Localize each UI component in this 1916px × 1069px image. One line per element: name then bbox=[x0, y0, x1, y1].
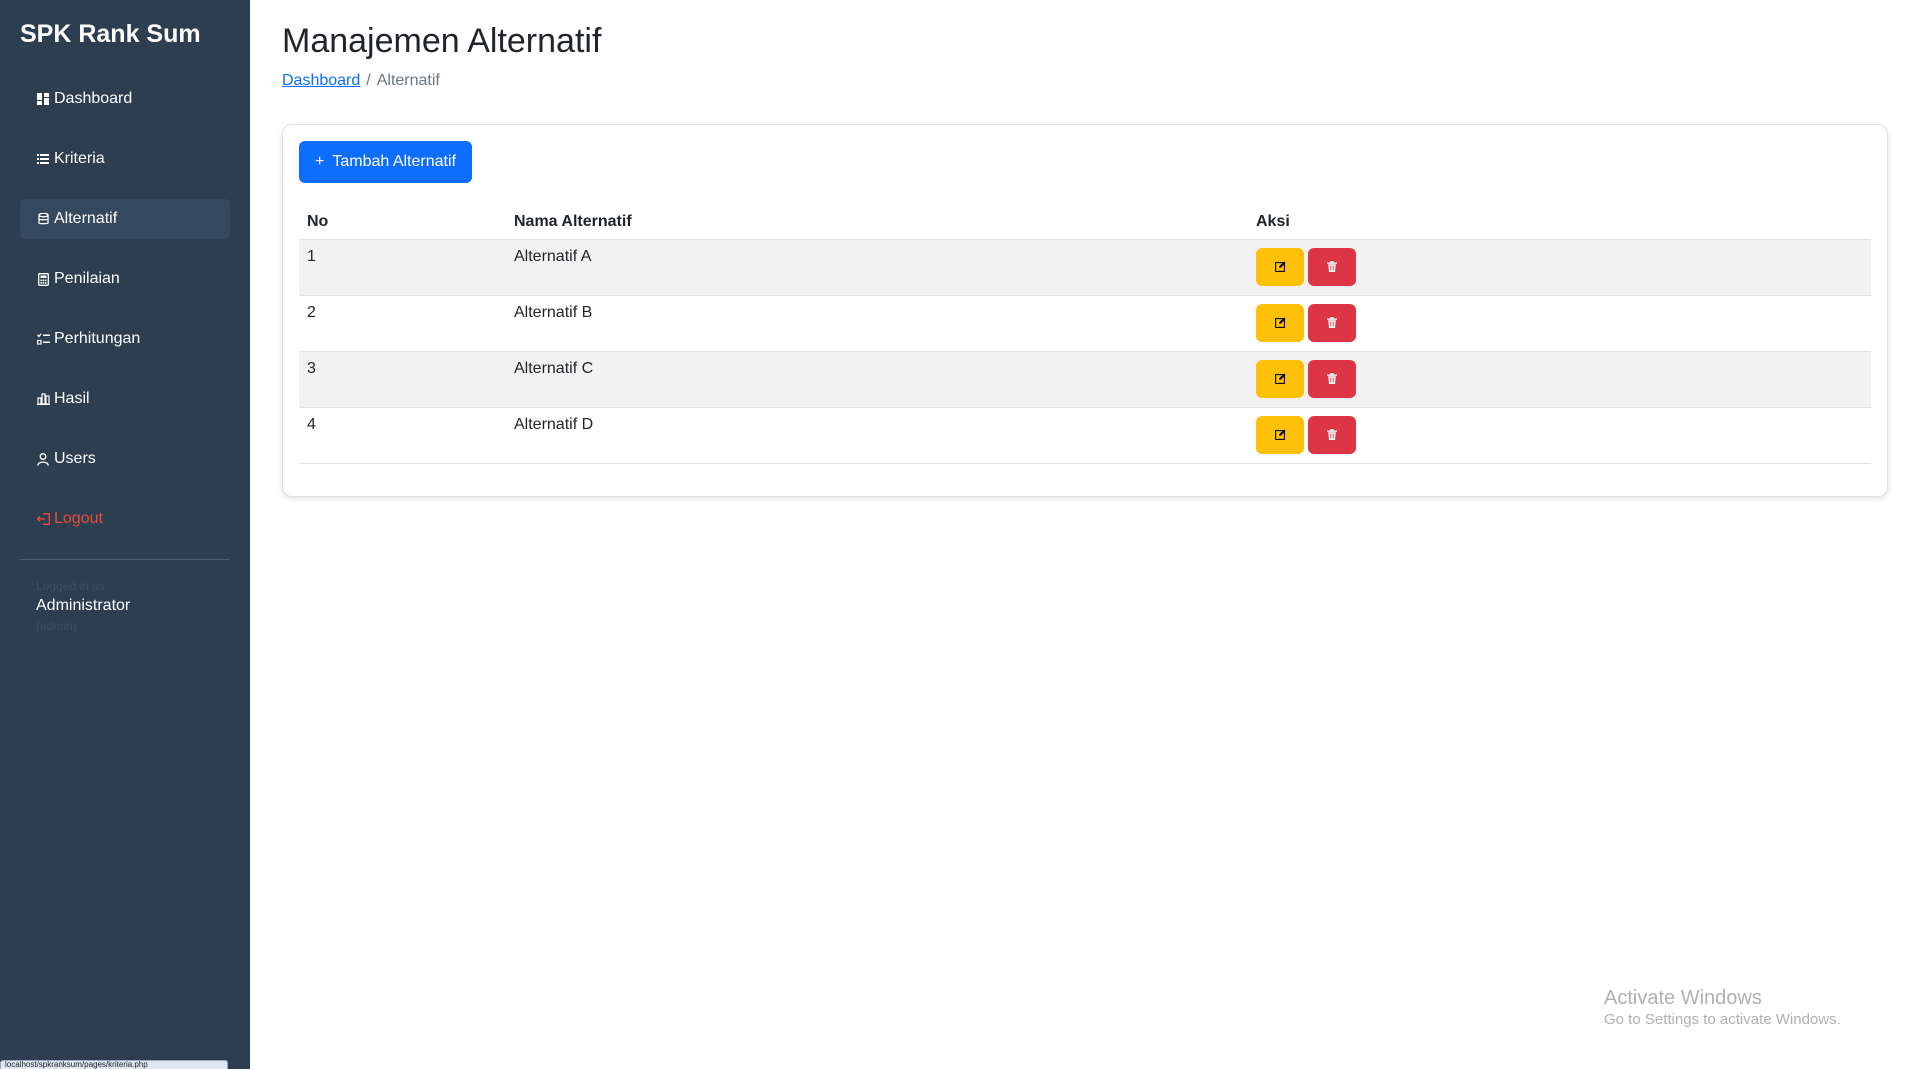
cell-aksi bbox=[1248, 407, 1871, 464]
edit-button[interactable] bbox=[1256, 416, 1304, 454]
cell-no: 1 bbox=[299, 239, 506, 296]
alternatif-table: No Nama Alternatif Aksi 1 Alternatif A 2… bbox=[299, 205, 1871, 464]
sidebar-divider bbox=[20, 559, 230, 560]
add-alternatif-button[interactable]: + Tambah Alternatif bbox=[299, 141, 472, 183]
sidebar-item-logout[interactable]: Logout bbox=[20, 499, 230, 539]
trash-icon bbox=[1327, 260, 1337, 275]
cell-no: 3 bbox=[299, 351, 506, 408]
table-header-row: No Nama Alternatif Aksi bbox=[299, 205, 1871, 240]
table-row: 2 Alternatif B bbox=[299, 295, 1871, 352]
sidebar-item-kriteria[interactable]: Kriteria bbox=[20, 139, 230, 179]
list-check-icon bbox=[36, 332, 50, 346]
app-root: SPK Rank Sum Dashboard Kriteria Alternat… bbox=[0, 0, 1916, 1069]
header-no: No bbox=[299, 205, 506, 240]
sidebar-item-label: Penilaian bbox=[54, 270, 120, 287]
watermark-subtitle: Go to Settings to activate Windows. bbox=[1604, 1011, 1841, 1028]
person-icon bbox=[36, 452, 50, 466]
alternatif-card: + Tambah Alternatif No Nama Alternatif A… bbox=[282, 124, 1888, 497]
header-aksi: Aksi bbox=[1248, 205, 1871, 240]
table-row: 3 Alternatif C bbox=[299, 351, 1871, 408]
edit-icon bbox=[1274, 316, 1286, 331]
delete-button[interactable] bbox=[1308, 416, 1356, 454]
user-name: Administrator bbox=[36, 597, 131, 614]
sidebar-item-hasil[interactable]: Hasil bbox=[20, 379, 230, 419]
edit-button[interactable] bbox=[1256, 304, 1304, 342]
logout-icon bbox=[36, 512, 50, 526]
cell-aksi bbox=[1248, 239, 1871, 296]
windows-activation-watermark: Activate Windows Go to Settings to activ… bbox=[1604, 986, 1841, 1030]
logged-in-label: Logged in as: bbox=[36, 579, 109, 593]
breadcrumb-link-dashboard[interactable]: Dashboard bbox=[282, 72, 360, 89]
calculator-icon bbox=[36, 272, 50, 286]
watermark-title: Activate Windows bbox=[1604, 987, 1762, 1009]
sidebar-item-label: Dashboard bbox=[54, 90, 133, 107]
bar-chart-icon bbox=[36, 392, 50, 406]
plus-icon: + bbox=[315, 153, 325, 170]
sidebar-item-label: Users bbox=[54, 450, 96, 467]
table-row: 4 Alternatif D bbox=[299, 407, 1871, 464]
edit-icon bbox=[1274, 372, 1286, 387]
cell-nama: Alternatif B bbox=[506, 295, 1248, 352]
sidebar: SPK Rank Sum Dashboard Kriteria Alternat… bbox=[0, 0, 250, 1069]
user-username: (admin) bbox=[36, 619, 77, 633]
cell-nama: Alternatif A bbox=[506, 239, 1248, 296]
sidebar-item-label: Alternatif bbox=[54, 210, 118, 227]
edit-button[interactable] bbox=[1256, 248, 1304, 286]
cell-nama: Alternatif C bbox=[506, 351, 1248, 408]
grid-icon bbox=[36, 92, 50, 106]
cell-nama: Alternatif D bbox=[506, 407, 1248, 464]
cell-aksi bbox=[1248, 295, 1871, 352]
main-content: Manajemen Alternatif Dashboard / Alternati… bbox=[250, 0, 1916, 1069]
sidebar-item-label: Logout bbox=[54, 510, 103, 527]
delete-button[interactable] bbox=[1308, 304, 1356, 342]
status-bar-url: localhost/spkranksum/pages/kriteria.php bbox=[0, 1060, 228, 1069]
delete-button[interactable] bbox=[1308, 360, 1356, 398]
sidebar-item-users[interactable]: Users bbox=[20, 439, 230, 479]
cell-aksi bbox=[1248, 351, 1871, 408]
brand-title: SPK Rank Sum bbox=[20, 20, 201, 48]
trash-icon bbox=[1327, 372, 1337, 387]
breadcrumb: Dashboard / Alternatif bbox=[282, 72, 1884, 90]
list-icon bbox=[36, 152, 50, 166]
sidebar-item-alternatif[interactable]: Alternatif bbox=[20, 199, 230, 239]
trash-icon bbox=[1327, 316, 1337, 331]
sidebar-item-perhitungan[interactable]: Perhitungan bbox=[20, 319, 230, 359]
cell-no: 2 bbox=[299, 295, 506, 352]
breadcrumb-current: Alternatif bbox=[376, 72, 440, 89]
edit-icon bbox=[1274, 260, 1286, 275]
cell-no: 4 bbox=[299, 407, 506, 464]
delete-button[interactable] bbox=[1308, 248, 1356, 286]
breadcrumb-separator: / bbox=[366, 72, 371, 89]
sidebar-item-label: Perhitungan bbox=[54, 330, 141, 347]
table-row: 1 Alternatif A bbox=[299, 239, 1871, 296]
trash-icon bbox=[1327, 428, 1337, 443]
edit-button[interactable] bbox=[1256, 360, 1304, 398]
sidebar-item-label: Kriteria bbox=[54, 150, 105, 167]
edit-icon bbox=[1274, 428, 1286, 443]
add-alternatif-label: Tambah Alternatif bbox=[332, 153, 456, 170]
header-nama: Nama Alternatif bbox=[506, 205, 1248, 240]
sidebar-item-dashboard[interactable]: Dashboard bbox=[20, 79, 230, 119]
sidebar-item-label: Hasil bbox=[54, 390, 90, 407]
user-info: Logged in as: Administrator (admin) bbox=[20, 578, 230, 634]
page-title: Manajemen Alternatif bbox=[282, 22, 602, 60]
database-icon bbox=[36, 212, 50, 226]
sidebar-item-penilaian[interactable]: Penilaian bbox=[20, 259, 230, 299]
